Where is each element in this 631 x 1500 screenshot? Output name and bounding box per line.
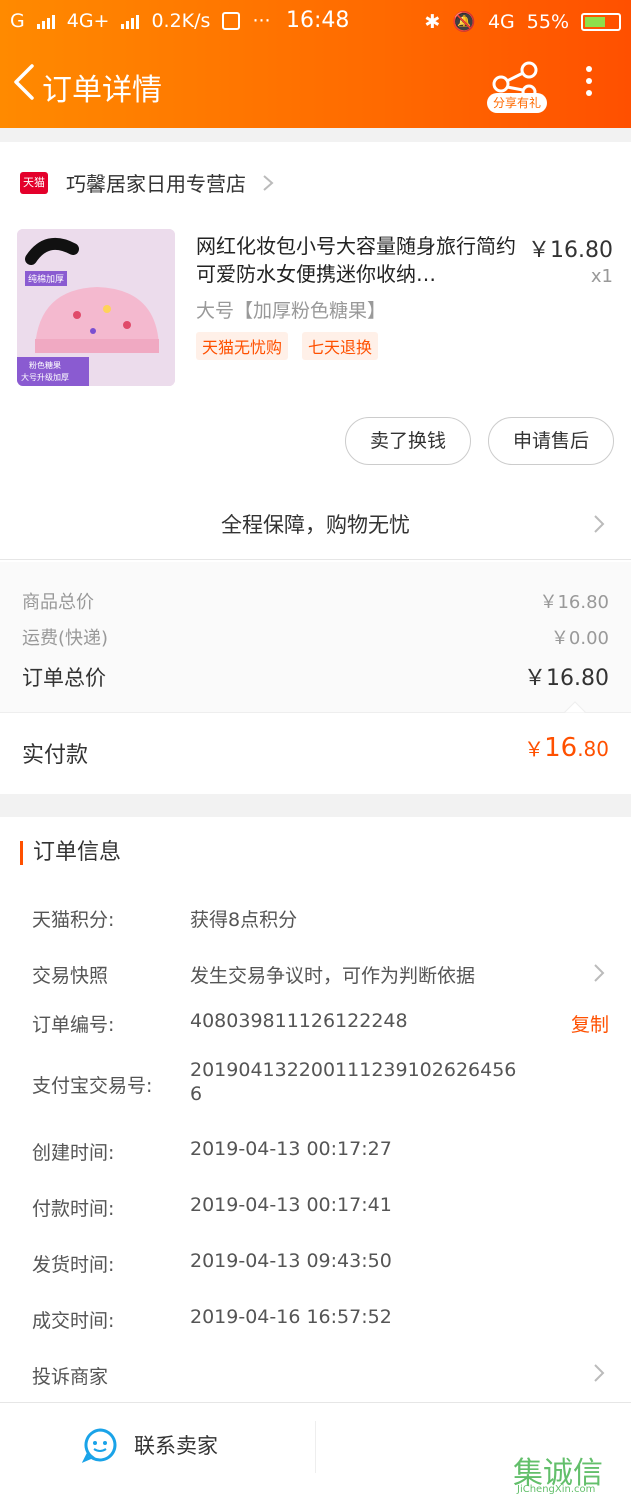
resell-button[interactable]: 卖了换钱 [345, 417, 471, 465]
clock: 16:48 [286, 8, 350, 33]
service-tag: 七天退换 [302, 332, 379, 360]
bluetooth-icon: ✱ [424, 10, 441, 33]
guarantee-row[interactable]: 全程保障，购物无忧 [0, 490, 631, 560]
speed-label: 0.2K/s [151, 10, 211, 32]
goods-total-label: 商品总价 [22, 592, 94, 613]
chevron-right-icon [594, 515, 605, 533]
points-value: 获得8点积分 [190, 909, 298, 931]
page-title: 订单详情 [42, 73, 162, 108]
points-label: 天猫积分: [32, 909, 115, 931]
network-label-2: 4G [487, 10, 515, 33]
more-status-icon: ··· [252, 10, 271, 32]
after-sale-button[interactable]: 申请售后 [488, 417, 614, 465]
snapshot-label[interactable]: 交易快照 [32, 961, 108, 988]
shipped-time-value: 2019-04-13 09:43:50 [190, 1250, 392, 1272]
carrier-label: G [10, 10, 25, 32]
thumb-text-top: 纯棉加厚 [25, 271, 68, 286]
product-thumbnail[interactable]: 纯棉加厚 粉色糖果 大号升级加厚 [17, 229, 175, 386]
snapshot-value[interactable]: 发生交易争议时，可作为判断依据 [190, 961, 475, 988]
thumb-text-bottom: 大号升级加厚 [21, 373, 69, 382]
order-total-value: ￥16.80 [524, 666, 609, 691]
completed-time-value: 2019-04-16 16:57:52 [190, 1306, 392, 1328]
paid-time-value: 2019-04-13 00:17:41 [190, 1194, 392, 1216]
store-name: 巧馨居家日用专营店 [66, 172, 246, 196]
tmall-logo-icon: 天猫 [20, 171, 48, 194]
paid-decimal: .80 [577, 737, 609, 761]
chevron-right-icon [263, 174, 274, 191]
alipay-number-value-line1: 20190413220011123910262645​6 [190, 1059, 517, 1081]
battery-icon [581, 12, 621, 31]
product-quantity: x1 [590, 266, 613, 287]
product-title[interactable]: 网红化妆包小号大容量随身旅行简约可爱防水女便携迷你收纳… [196, 232, 522, 288]
signal-icon [36, 13, 55, 29]
watermark-logo: 集诚信 JiChengXin.com [511, 1448, 631, 1500]
service-tags: 天猫无忧购 七天退换 [196, 332, 379, 360]
complain-seller-link[interactable]: 投诉商家 [32, 1362, 108, 1389]
chat-bubble-icon [82, 1428, 117, 1463]
battery-percent: 55% [526, 10, 569, 33]
contact-seller-button[interactable]: 联系卖家 [82, 1427, 218, 1463]
divider [315, 1421, 316, 1473]
order-number-value: 408039811126122248 [190, 1010, 408, 1032]
paid-currency: ￥ [524, 737, 545, 761]
shipping-value: ￥0.00 [550, 628, 609, 649]
order-info-section: 订单信息 天猫积分: 获得8点积分 交易快照 发生交易争议时，可作为判断依据 订… [0, 817, 631, 1402]
app-icon [222, 12, 241, 30]
watermark-domain: JiChengXin.com [517, 1484, 596, 1495]
status-bar: G 4G+ 0.2K/s ··· 16:48 ✱ 🔕 4G 55% [0, 0, 631, 44]
guarantee-label: 全程保障，购物无忧 [221, 513, 410, 537]
paid-label: 实付款 [22, 743, 89, 768]
created-time-label: 创建时间: [32, 1142, 115, 1164]
copy-button[interactable]: 复制 [571, 1010, 609, 1037]
order-total-label: 订单总价 [22, 666, 106, 690]
contact-seller-label: 联系卖家 [134, 1434, 218, 1458]
price-summary: 商品总价 ￥16.80 运费(快递) ￥0.00 订单总价 ￥16.80 [0, 562, 631, 712]
product-price: ￥16.80 [528, 238, 613, 263]
mute-icon: 🔕 [452, 11, 476, 33]
chevron-right-icon [594, 964, 605, 982]
signal-icon-2 [121, 13, 140, 29]
back-arrow-icon[interactable] [8, 62, 42, 102]
paid-value: ￥16.80 [524, 733, 609, 763]
order-info-title: 订单信息 [20, 841, 121, 865]
app-header: G 4G+ 0.2K/s ··· 16:48 ✱ 🔕 4G 55% 订单详情 分… [0, 0, 631, 128]
paid-time-label: 付款时间: [32, 1198, 115, 1220]
shipping-label: 运费(快递) [22, 628, 109, 649]
shipped-time-label: 发货时间: [32, 1254, 115, 1276]
thumb-text-mid: 粉色糖果 [29, 361, 61, 370]
created-time-value: 2019-04-13 00:17:27 [190, 1138, 392, 1160]
paid-amount-row: 实付款 ￥16.80 [0, 701, 631, 794]
goods-total-value: ￥16.80 [539, 592, 609, 613]
order-number-label: 订单编号: [32, 1014, 115, 1036]
product-sku: 大号【加厚粉色糖果】 [196, 300, 387, 322]
store-link[interactable]: 天猫 巧馨居家日用专营店 [20, 168, 274, 197]
paid-integer: 16 [544, 733, 578, 763]
alipay-number-label: 支付宝交易号: [32, 1075, 153, 1097]
completed-time-label: 成交时间: [32, 1310, 115, 1332]
service-tag: 天猫无忧购 [196, 332, 289, 360]
chevron-right-icon [594, 1364, 605, 1382]
more-menu-icon[interactable] [582, 66, 596, 102]
caret-up-icon [564, 701, 586, 713]
share-reward-badge[interactable]: 分享有礼 [487, 93, 547, 113]
network-label: 4G+ [66, 10, 110, 32]
alipay-number-value-line2: 6 [190, 1083, 203, 1105]
